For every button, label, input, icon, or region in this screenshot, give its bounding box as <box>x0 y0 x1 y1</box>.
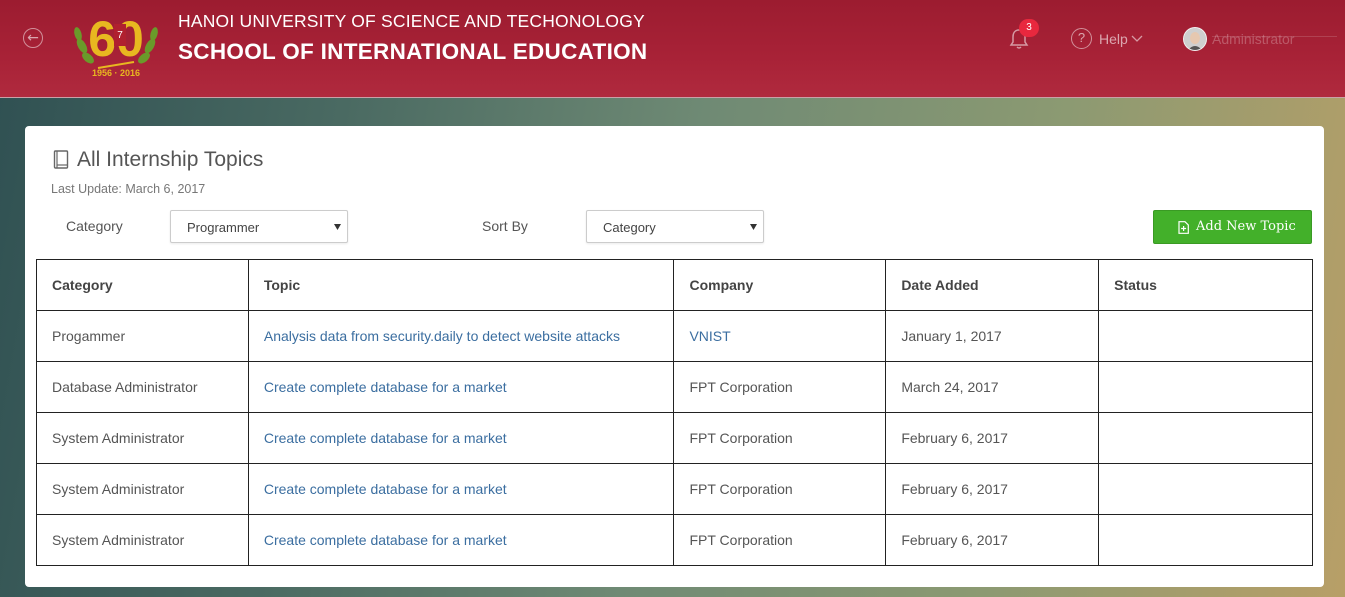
table-row[interactable]: System Administrator Create complete dat… <box>36 463 1313 515</box>
company-link[interactable]: VNIST <box>673 310 887 362</box>
book-icon <box>53 150 69 169</box>
column-header-status[interactable]: Status <box>1098 259 1313 311</box>
cell-category: System Administrator <box>36 514 249 566</box>
university-name: HANOI UNIVERSITY OF SCIENCE AND TECHONOL… <box>178 11 645 31</box>
cell-company: FPT Corporation <box>673 514 887 566</box>
cell-date-added: February 6, 2017 <box>885 463 1100 515</box>
user-menu[interactable]: Administrator <box>1212 31 1294 47</box>
category-select-value: Programmer <box>187 220 260 235</box>
column-header-company[interactable]: Company <box>673 259 887 311</box>
category-select[interactable]: Programmer <box>170 210 348 243</box>
cell-status <box>1098 361 1313 413</box>
cell-status <box>1098 412 1313 464</box>
topic-link[interactable]: Create complete database for a market <box>247 514 675 566</box>
table-row[interactable]: System Administrator Create complete dat… <box>36 514 1313 566</box>
cell-date-added: February 6, 2017 <box>885 412 1100 464</box>
table-header-row: Category Topic Company Date Added Status <box>36 259 1313 311</box>
cell-status <box>1098 463 1313 515</box>
sort-select[interactable]: Category <box>586 210 764 243</box>
category-label: Category <box>66 218 123 234</box>
topics-table: Category Topic Company Date Added Status… <box>36 259 1313 566</box>
cell-category: Progammer <box>36 310 249 362</box>
file-plus-icon <box>1178 221 1189 234</box>
logo-years: 1956 · 2016 <box>92 68 140 78</box>
caret-down-icon <box>750 224 757 230</box>
add-new-topic-label: Add New Topic <box>1196 219 1296 234</box>
topic-link[interactable]: Create complete database for a market <box>247 412 675 464</box>
cell-date-added: January 1, 2017 <box>885 310 1100 362</box>
cell-category: Database Administrator <box>36 361 249 413</box>
table-row[interactable]: Progammer Analysis data from security.da… <box>36 310 1313 362</box>
cell-date-added: February 6, 2017 <box>885 514 1100 566</box>
topic-link[interactable]: Analysis data from security.daily to det… <box>247 310 675 362</box>
notification-badge[interactable]: 3 <box>1019 19 1039 37</box>
user-photo-icon <box>1184 28 1206 50</box>
school-name: SCHOOL OF INTERNATIONAL EDUCATION <box>178 39 648 64</box>
table-row[interactable]: Database Administrator Create complete d… <box>36 361 1313 413</box>
page-title: All Internship Topics <box>77 148 264 171</box>
sort-label: Sort By <box>482 218 528 234</box>
topic-link[interactable]: Create complete database for a market <box>247 361 675 413</box>
chevron-down-icon[interactable] <box>1131 35 1143 43</box>
back-arrow-icon[interactable]: ← <box>23 28 43 48</box>
topic-link[interactable]: Create complete database for a market <box>247 463 675 515</box>
help-menu[interactable]: Help <box>1099 31 1128 47</box>
svg-text:7: 7 <box>117 30 123 41</box>
cell-company: FPT Corporation <box>673 361 887 413</box>
column-header-category[interactable]: Category <box>36 259 249 311</box>
last-update: Last Update: March 6, 2017 <box>51 182 206 196</box>
add-new-topic-button[interactable]: Add New Topic <box>1153 210 1312 244</box>
cell-category: System Administrator <box>36 412 249 464</box>
cell-category: System Administrator <box>36 463 249 515</box>
cell-company: FPT Corporation <box>673 463 887 515</box>
column-header-topic[interactable]: Topic <box>247 259 675 311</box>
cell-date-added: March 24, 2017 <box>885 361 1100 413</box>
cell-company: FPT Corporation <box>673 412 887 464</box>
app-header: ← 60 7 1956 · 2016 HANOI UNIVERSITY OF S… <box>0 0 1345 98</box>
topics-card: All Internship Topics Last Update: March… <box>25 126 1324 587</box>
table-row[interactable]: System Administrator Create complete dat… <box>36 412 1313 464</box>
caret-down-icon <box>334 224 341 230</box>
avatar[interactable] <box>1183 27 1207 51</box>
sort-select-value: Category <box>603 220 656 235</box>
column-header-date-added[interactable]: Date Added <box>885 259 1100 311</box>
help-icon[interactable]: ? <box>1071 28 1092 49</box>
university-logo: 60 7 1956 · 2016 <box>74 11 158 78</box>
cell-status <box>1098 310 1313 362</box>
cell-status <box>1098 514 1313 566</box>
